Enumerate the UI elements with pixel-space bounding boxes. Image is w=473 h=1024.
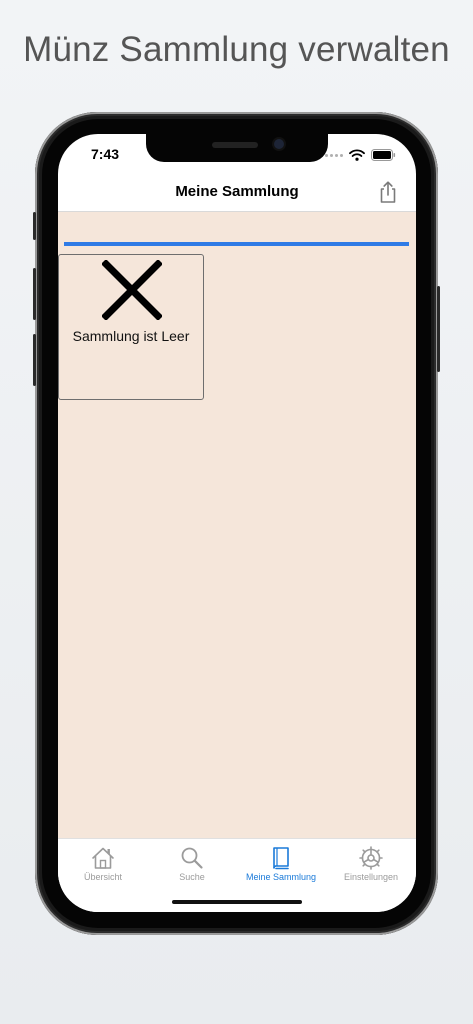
front-camera (274, 139, 284, 149)
book-icon (273, 847, 289, 870)
search-icon (181, 847, 203, 869)
phone-screen: 7:43 Meine Sammlung Sammlung ist Leer Üb… (58, 134, 416, 912)
phone-side-button (33, 212, 36, 240)
tab-suche[interactable]: Suche (147, 845, 237, 882)
empty-collection-message: Sammlung ist Leer (72, 328, 190, 344)
gear-icon (359, 846, 383, 870)
close-icon (102, 260, 162, 320)
collection-content: Sammlung ist Leer (58, 212, 416, 838)
speaker-grille (212, 142, 258, 148)
status-time: 7:43 (91, 146, 120, 162)
phone-notch (146, 134, 328, 162)
phone-power-button (437, 286, 440, 372)
status-indicators (325, 149, 396, 161)
tab-uebersicht[interactable]: Übersicht (58, 845, 148, 882)
navigation-bar: Meine Sammlung (58, 174, 416, 212)
page-title: Meine Sammlung (175, 183, 299, 200)
tab-bar: Übersicht Suche Meine Sammlung Einstellu… (58, 838, 416, 912)
marketing-headline: Münz Sammlung verwalten (23, 30, 450, 69)
progress-fill (64, 242, 409, 246)
cellular-signal-icon (325, 153, 343, 157)
tab-einstellungen[interactable]: Einstellungen (326, 845, 416, 882)
empty-collection-card: Sammlung ist Leer (58, 254, 204, 400)
wifi-icon (349, 149, 365, 161)
tab-label: Übersicht (83, 872, 122, 882)
progress-bar (64, 242, 409, 246)
share-icon (380, 181, 396, 203)
battery-icon (371, 149, 396, 161)
home-indicator (172, 900, 302, 904)
tab-label: Meine Sammlung (245, 872, 317, 882)
tab-meine-sammlung[interactable]: Meine Sammlung (236, 845, 326, 882)
house-icon (92, 847, 114, 869)
phone-volume-down-button (33, 334, 36, 386)
tab-label: Suche (179, 872, 205, 882)
phone-volume-up-button (33, 268, 36, 320)
share-button[interactable] (377, 180, 399, 204)
tab-label: Einstellungen (343, 872, 399, 882)
